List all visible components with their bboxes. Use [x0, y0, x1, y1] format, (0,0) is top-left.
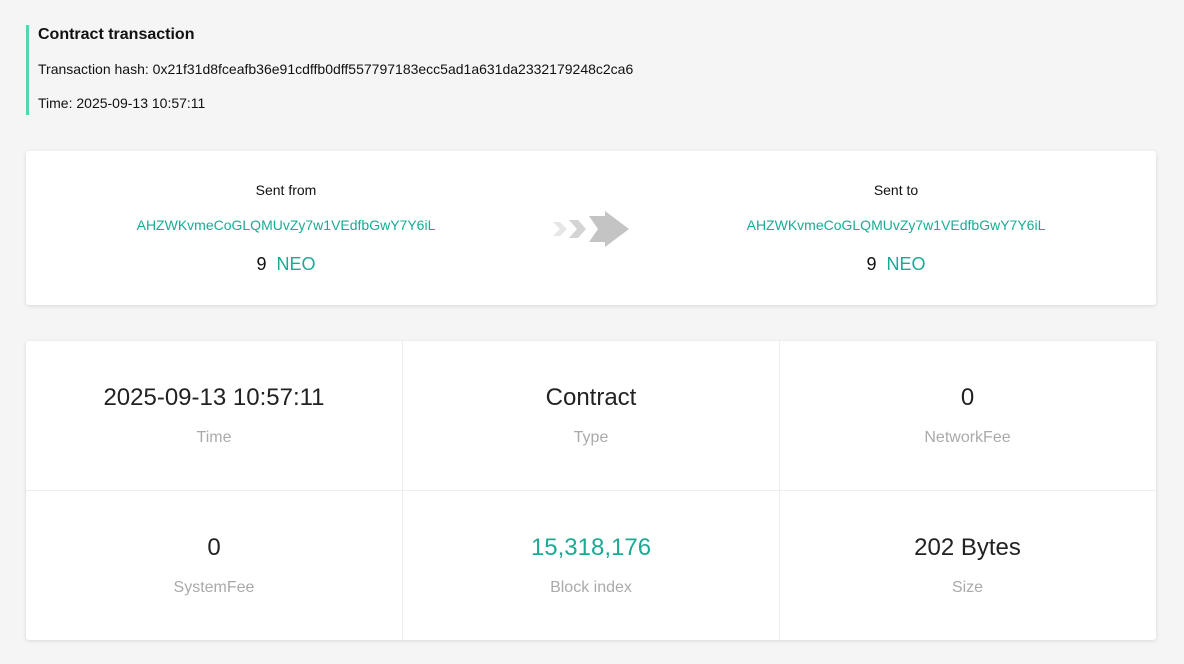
stat-label: Block index — [550, 579, 632, 596]
stat-system-fee: 0 SystemFee — [26, 491, 403, 640]
stat-value: 202 Bytes — [914, 534, 1021, 561]
stat-value: 0 — [207, 534, 221, 561]
transaction-header: Contract transaction Transaction hash: 0… — [26, 25, 926, 115]
stat-value: Contract — [545, 384, 637, 411]
stat-type: Contract Type — [403, 341, 780, 491]
sender-amount-row: 9 NEO — [26, 254, 546, 275]
receiver-amount: 9 — [866, 254, 877, 274]
page-title: Contract transaction — [38, 26, 195, 43]
sender-amount: 9 — [256, 254, 267, 274]
stat-value: 2025-09-13 10:57:11 — [103, 384, 325, 411]
sender-address-link[interactable]: AHZWKvmeCoGLQMUvZy7w1VEdfbGwY7Y6iL — [26, 217, 546, 233]
sent-to-label: Sent to — [873, 182, 919, 198]
receiver-amount-row: 9 NEO — [636, 254, 1156, 275]
stat-label: SystemFee — [173, 579, 255, 596]
receiver-panel: Sent to AHZWKvmeCoGLQMUvZy7w1VEdfbGwY7Y6… — [636, 151, 1156, 305]
stat-label: NetworkFee — [924, 429, 1011, 446]
stat-label: Type — [573, 429, 609, 446]
stat-label: Time — [196, 429, 232, 446]
stat-value: 0 — [960, 384, 975, 411]
transaction-hash: Transaction hash: 0x21f31d8fceafb36e91cd… — [38, 61, 634, 77]
stat-block-index: 15,318,176 Block index — [403, 491, 780, 640]
stat-size: 202 Bytes Size — [779, 491, 1156, 640]
receiver-address-link[interactable]: AHZWKvmeCoGLQMUvZy7w1VEdfbGwY7Y6iL — [636, 217, 1156, 233]
transaction-stats-grid: 2025-09-13 10:57:11 Time Contract Type 0… — [26, 341, 1156, 640]
stat-time: 2025-09-13 10:57:11 Time — [26, 341, 403, 491]
sender-panel: Sent from AHZWKvmeCoGLQMUvZy7w1VEdfbGwY7… — [26, 151, 546, 305]
sender-asset-link[interactable]: NEO — [277, 254, 316, 274]
triple-chevron-right-icon — [553, 211, 631, 247]
transaction-time: Time: 2025-09-13 10:57:11 — [38, 95, 206, 111]
receiver-asset-link[interactable]: NEO — [887, 254, 926, 274]
sent-from-label: Sent from — [255, 182, 317, 198]
stat-network-fee: 0 NetworkFee — [779, 341, 1156, 491]
block-index-link[interactable]: 15,318,176 — [403, 534, 779, 562]
transfer-card: Sent from AHZWKvmeCoGLQMUvZy7w1VEdfbGwY7… — [26, 151, 1156, 305]
stat-label: Size — [951, 579, 984, 596]
